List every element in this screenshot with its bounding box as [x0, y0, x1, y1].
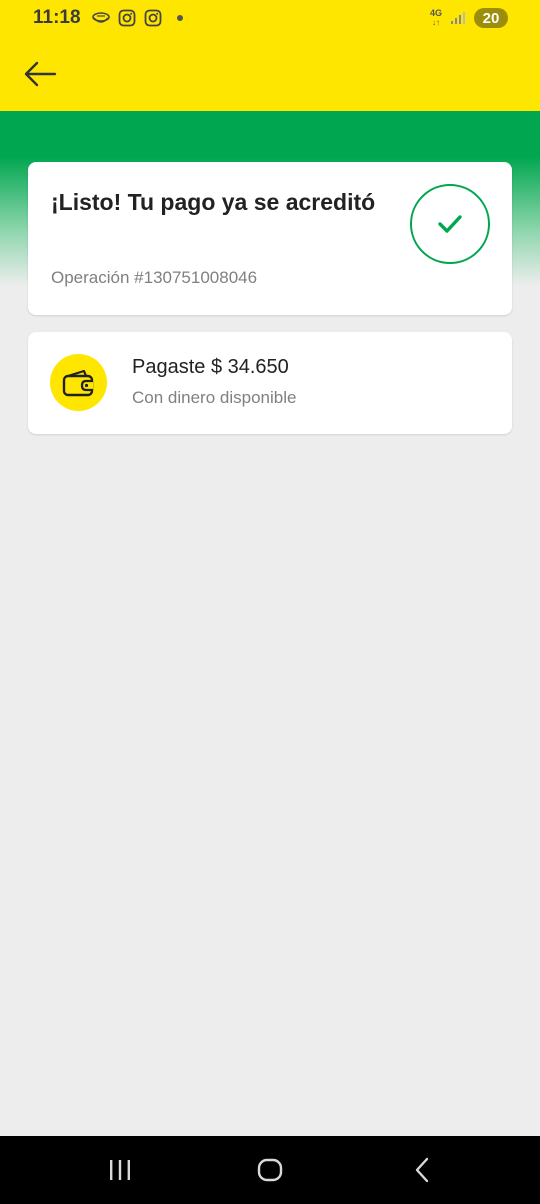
back-chevron-icon — [415, 1157, 429, 1183]
home-button[interactable] — [250, 1150, 290, 1190]
payment-amount: Pagaste $ 34.650 — [132, 356, 289, 378]
check-icon — [438, 215, 462, 233]
status-bar: 11:18 4G ↓↑ 20 — [0, 0, 540, 36]
operation-number: Operación #130751008046 — [51, 268, 258, 287]
system-nav-bar — [0, 1136, 540, 1204]
success-card: ¡Listo! Tu pago ya se acreditó Operación… — [28, 162, 512, 315]
battery-indicator: 20 — [474, 8, 508, 28]
notification-dot — [176, 15, 183, 21]
payment-card: Pagaste $ 34.650 Con dinero disponible — [28, 332, 512, 434]
instagram-icon — [143, 8, 163, 28]
app-bar — [0, 36, 540, 111]
payment-method: Con dinero disponible — [132, 388, 297, 407]
screen: 11:18 4G ↓↑ 20 ¡Listo! Tu pago ya se acr… — [0, 0, 540, 1204]
arrow-left-icon — [24, 61, 57, 87]
network-type-label: 4G — [429, 8, 442, 18]
status-time: 11:18 — [33, 7, 81, 28]
bowl-icon — [91, 8, 111, 28]
back-button[interactable] — [20, 54, 60, 94]
wallet-icon — [62, 369, 93, 396]
instagram-icon — [117, 8, 137, 28]
success-status — [410, 184, 490, 264]
wallet-badge — [50, 354, 107, 411]
network-type: 4G ↓↑ — [429, 8, 442, 28]
status-left: 11:18 — [33, 7, 183, 29]
signal-bars-icon — [448, 8, 468, 28]
status-right: 4G ↓↑ 20 — [430, 8, 508, 28]
system-back-button[interactable] — [402, 1150, 442, 1190]
recents-button[interactable] — [100, 1150, 140, 1190]
recents-icon — [110, 1160, 130, 1180]
success-title: ¡Listo! Tu pago ya se acreditó — [51, 189, 376, 215]
home-icon — [257, 1158, 283, 1182]
